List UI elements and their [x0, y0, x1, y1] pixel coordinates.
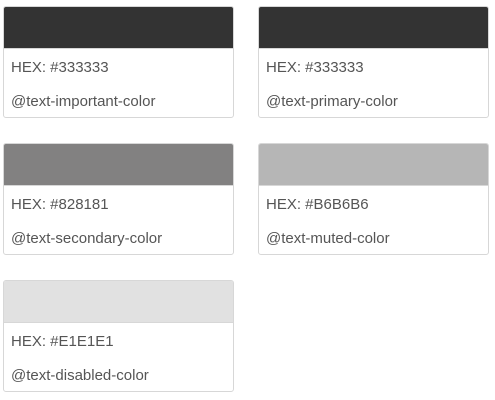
swatch-card-text-muted: HEX: #B6B6B6 @text-muted-color: [258, 143, 489, 255]
swatch-color-block: [259, 144, 488, 186]
swatch-variable-name: @text-disabled-color: [11, 367, 149, 384]
swatch-color-block: [4, 144, 233, 186]
swatch-hex-label: HEX: #E1E1E1: [11, 333, 114, 350]
swatch-card-text-secondary: HEX: #828181 @text-secondary-color: [3, 143, 234, 255]
swatch-variable-name: @text-primary-color: [266, 93, 398, 110]
swatch-color-block: [4, 281, 233, 323]
swatch-color-block: [259, 7, 488, 49]
color-swatch-grid: HEX: #333333 @text-important-color HEX: …: [3, 6, 489, 392]
swatch-hex-label: HEX: #B6B6B6: [266, 196, 369, 213]
swatch-hex-label: HEX: #333333: [266, 59, 364, 76]
swatch-hex-label: HEX: #828181: [11, 196, 109, 213]
swatch-color-block: [4, 7, 233, 49]
swatch-hex-label: HEX: #333333: [11, 59, 109, 76]
swatch-card-text-important: HEX: #333333 @text-important-color: [3, 6, 234, 118]
swatch-card-text-primary: HEX: #333333 @text-primary-color: [258, 6, 489, 118]
swatch-variable-name: @text-secondary-color: [11, 230, 163, 247]
swatch-variable-name: @text-important-color: [11, 93, 156, 110]
swatch-card-text-disabled: HEX: #E1E1E1 @text-disabled-color: [3, 280, 234, 392]
swatch-variable-name: @text-muted-color: [266, 230, 390, 247]
